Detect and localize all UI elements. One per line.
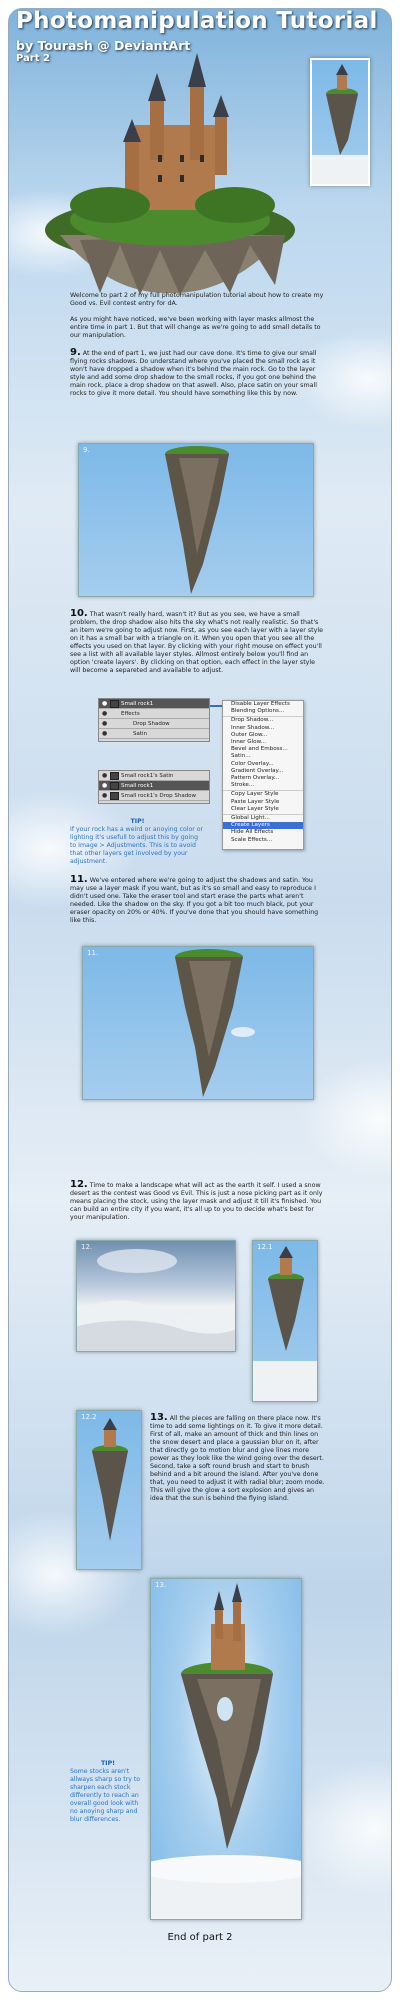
layer-row[interactable]: ● Small rock1's Satin: [99, 771, 209, 781]
step-body: That wasn't really hard, wasn't it? But …: [70, 611, 323, 674]
layer-style-context-menu: Disable Layer Effects Blending Options...…: [222, 700, 304, 850]
menu-item[interactable]: Gradient Overlay...: [223, 768, 303, 775]
page-title: Photomanipulation Tutorial: [16, 8, 378, 34]
preview-thumbnail: [310, 58, 370, 186]
layer-name: Small rock1's Satin: [121, 773, 174, 779]
layer-effect-row[interactable]: ● Satin: [99, 729, 209, 739]
menu-item[interactable]: Paste Layer Style: [223, 799, 303, 806]
layer-effects-row[interactable]: ● Effects: [99, 709, 209, 719]
tip-heading: TIP!: [101, 1760, 115, 1767]
menu-item[interactable]: Global Light...: [223, 814, 303, 822]
intro-paragraph: As you might have noticed, we've been wo…: [70, 316, 321, 339]
step-body: At the end of part 1, we just had our ca…: [70, 350, 317, 397]
layer-name: Small rock1: [121, 783, 154, 789]
layers-panel-created: ● Small rock1's Satin ● Small rock1 ● Small…: [98, 770, 210, 804]
layer-name: Effects: [121, 711, 140, 717]
step-9-text: 9. At the end of part 1, we just had our…: [70, 347, 326, 398]
step-9-screenshot: 9.: [78, 443, 314, 597]
menu-item[interactable]: Create Layers: [223, 822, 303, 830]
step-11-screenshot: 11.: [82, 946, 314, 1100]
menu-item[interactable]: Pattern Overlay...: [223, 775, 303, 782]
intro-paragraph: Welcome to part 2 of my full photomanipu…: [70, 292, 324, 307]
tip-heading: TIP!: [130, 818, 145, 825]
step-number: 12.: [70, 1179, 88, 1190]
step-body: All the pieces are falling on there plac…: [150, 1415, 325, 1502]
menu-item[interactable]: Bevel and Emboss...: [223, 746, 303, 753]
layer-row[interactable]: ● Small rock1: [99, 699, 209, 709]
cloud-decoration: [289, 1759, 391, 1899]
menu-item[interactable]: Blending Options...: [223, 708, 303, 715]
step-10-text: 10. That wasn't really hard, wasn't it? …: [70, 608, 326, 675]
step-12-1-screenshot: 12.1: [252, 1240, 318, 1402]
layer-name: Small rock1's Drop Shadow: [121, 793, 197, 799]
end-of-part-label: End of part 2: [167, 1932, 233, 1943]
step-13-text: 13. All the pieces are falling on there …: [150, 1412, 326, 1503]
step-12-text: 12. Time to make a landscape what will a…: [70, 1179, 326, 1222]
menu-item[interactable]: Copy Layer Style: [223, 790, 303, 798]
tip-box: TIP! Some stocks aren't allways sharp so …: [70, 1760, 146, 1824]
menu-item[interactable]: Inner Shadow...: [223, 725, 303, 732]
step-number: 11.: [70, 874, 88, 885]
tip-body: If your rock has a weird or anoying colo…: [70, 826, 204, 865]
hero-floating-island-image: [45, 53, 295, 295]
tip-box: TIP! If your rock has a weird or anoying …: [70, 818, 205, 866]
step-12-screenshot: 12.: [76, 1240, 236, 1352]
layer-name: Drop Shadow: [133, 721, 170, 727]
layers-panel: ● Small rock1 ● Effects ● Drop Shadow ● Sati…: [98, 698, 210, 742]
step-number: 9.: [70, 347, 81, 358]
menu-item[interactable]: Drop Shadow...: [223, 716, 303, 724]
menu-item[interactable]: Stroke...: [223, 782, 303, 789]
layer-name: Satin: [133, 731, 148, 737]
menu-item[interactable]: Satin...: [223, 753, 303, 760]
step-number: 13.: [150, 1412, 168, 1423]
step-body: We've entered where we're going to adjus…: [70, 877, 319, 924]
menu-item[interactable]: Clear Layer Style: [223, 806, 303, 813]
layer-row[interactable]: ● Small rock1's Drop Shadow: [99, 791, 209, 801]
menu-item[interactable]: Color Overlay...: [223, 761, 303, 768]
menu-item[interactable]: Outer Glow...: [223, 732, 303, 739]
step-12-2-screenshot: 12.2: [76, 1410, 142, 1570]
step-number: 10.: [70, 608, 88, 619]
step-11-text: 11. We've entered where we're going to a…: [70, 874, 326, 925]
menu-item[interactable]: Scale Effects...: [223, 837, 303, 844]
menu-item[interactable]: Hide All Effects: [223, 829, 303, 836]
step-13-screenshot: 13.: [150, 1578, 302, 1920]
menu-item[interactable]: Inner Glow...: [223, 739, 303, 746]
tip-body: Some stocks aren't allways sharp so try …: [70, 1768, 141, 1823]
menu-item[interactable]: Disable Layer Effects: [223, 701, 303, 708]
layer-name: Small rock1: [121, 701, 154, 707]
step-body: Time to make a landscape what will act a…: [70, 1182, 323, 1221]
layer-row[interactable]: ● Small rock1: [99, 781, 209, 791]
layer-effect-row[interactable]: ● Drop Shadow: [99, 719, 209, 729]
